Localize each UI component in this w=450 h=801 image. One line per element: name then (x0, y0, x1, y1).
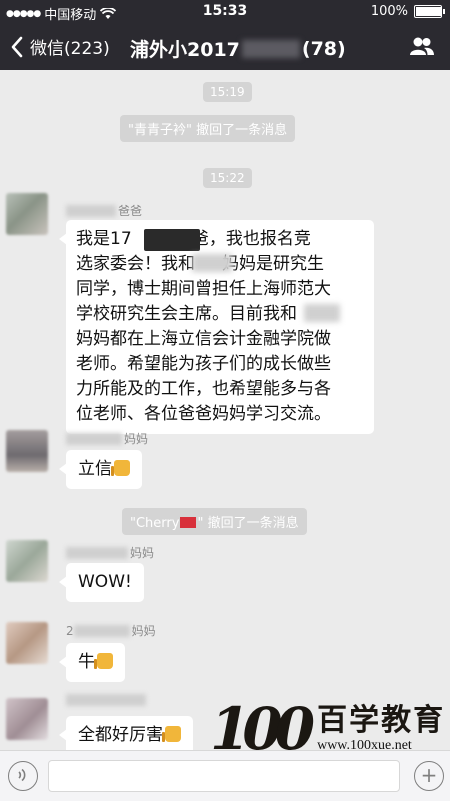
plus-icon: + (420, 763, 438, 787)
voice-button[interactable] (8, 761, 38, 791)
thumbs-up-icon (111, 460, 130, 476)
message-line: 妈妈都在上海立信会计金融学院做 (76, 329, 331, 349)
voice-icon (18, 768, 26, 782)
sender-name: 2 妈妈 (66, 623, 156, 639)
watermark: 100 百学教育 www.100xue.net (210, 700, 445, 758)
chat-title[interactable]: 浦外小2017 (78) (130, 35, 346, 62)
message-input[interactable] (48, 760, 400, 792)
people-icon[interactable] (410, 36, 434, 56)
status-bar: ●●●●● 中国移动 15:33 100% (0, 0, 450, 24)
recall-notice: "青青子衿" 撤回了一条消息 (120, 115, 296, 142)
avatar[interactable] (6, 622, 48, 664)
message-bubble[interactable]: 立信 (59, 450, 142, 489)
sender-name: 妈妈 (66, 430, 148, 447)
watermark-brand: 百学教育 (317, 703, 446, 738)
thumbs-up-icon (94, 653, 113, 669)
avatar[interactable] (6, 193, 48, 235)
sender-name (66, 694, 148, 706)
message-line: 我是17 爸爸，我也报名竞 (76, 229, 311, 249)
message-line: 老师。希望能为孩子们的成长做些 (76, 354, 331, 374)
flag-icon (180, 517, 197, 528)
chat-header: 微信(223) 浦外小2017 (78) (0, 24, 450, 70)
redaction-box (144, 229, 200, 251)
message-text: WOW! (78, 572, 132, 592)
sender-name: 爸爸 (66, 202, 142, 219)
name-redaction (66, 546, 128, 559)
title-redaction (241, 39, 300, 58)
message-text: 牛 (78, 652, 95, 672)
name-redaction (66, 432, 122, 445)
name-redaction (66, 204, 116, 217)
battery-percent: 100% (370, 4, 408, 19)
chevron-left-icon (11, 36, 23, 57)
name-redaction (66, 694, 146, 706)
chat-member-count: (78) (301, 37, 346, 60)
battery-fill (416, 7, 442, 16)
back-label: 微信(223) (30, 39, 110, 59)
message-bubble[interactable]: WOW! (59, 563, 144, 602)
battery-icon (414, 5, 445, 18)
avatar[interactable] (6, 430, 48, 472)
status-right: 100% (370, 4, 445, 19)
watermark-url: www.100xue.net (317, 738, 412, 753)
redaction-blur (192, 254, 232, 272)
watermark-logo-number: 100 (210, 695, 315, 763)
message-line: 位老师、各位爸爸妈妈学习交流。 (76, 404, 331, 424)
name-redaction (73, 624, 130, 637)
chat-title-prefix: 浦外小2017 (130, 39, 240, 61)
time-stamp: 15:22 (203, 168, 252, 188)
redaction-blur (304, 304, 340, 322)
message-bubble[interactable]: 我是17 爸爸，我也报名竞 选家委会！我和 妈妈是研究生 同学，博士期间曾担任上… (59, 220, 374, 434)
sender-name: 妈妈 (66, 544, 154, 561)
message-text: 全都好厉害 (78, 725, 163, 745)
avatar[interactable] (6, 698, 48, 740)
message-text: 立信 (78, 459, 112, 479)
avatar[interactable] (6, 540, 48, 582)
thumbs-up-icon (162, 726, 181, 742)
time-stamp: 15:19 (203, 82, 252, 102)
message-line: 同学，博士期间曾担任上海师范大 (76, 279, 331, 299)
recall-notice: "Cherry " 撤回了一条消息 (122, 508, 307, 535)
watermark-text: 百学教育 www.100xue.net (317, 704, 445, 754)
message-bubble[interactable]: 牛 (59, 643, 125, 682)
plus-button[interactable]: + (414, 761, 444, 791)
message-line: 力所能及的工作，也希望能多与各 (76, 379, 331, 399)
back-button[interactable]: 微信(223) (10, 34, 110, 59)
